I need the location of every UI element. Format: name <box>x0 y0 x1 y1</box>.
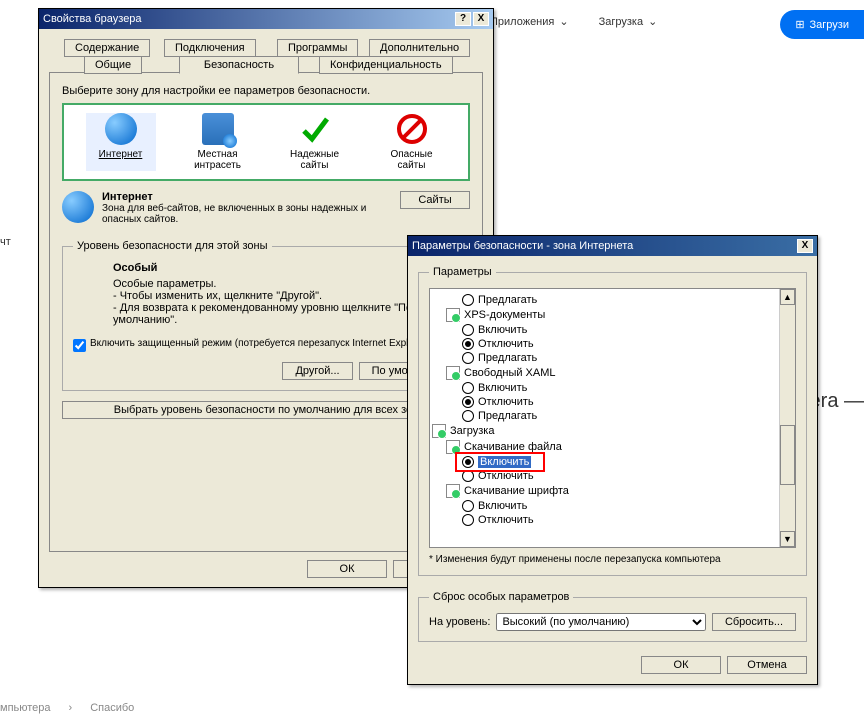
ok-button[interactable]: ОК <box>641 656 721 674</box>
reset-fieldset: Сброс особых параметров На уровень: Высо… <box>418 591 807 642</box>
tab-general[interactable]: Общие <box>84 56 142 74</box>
zone-desc: Зона для веб-сайтов, не включенных в зон… <box>102 203 392 225</box>
download-button[interactable]: ⊞ Загрузи <box>780 10 864 39</box>
fieldset-legend: Сброс особых параметров <box>429 591 573 603</box>
close-button[interactable]: X <box>797 239 813 253</box>
page-icon <box>446 366 460 380</box>
breadcrumb: мпьютера›Спасибо <box>0 702 134 714</box>
tab-security[interactable]: Безопасность <box>179 56 299 74</box>
tab-connections[interactable]: Подключения <box>164 39 256 57</box>
params-fieldset: Параметры Предлагать XPS-документы Включ… <box>418 266 807 576</box>
scroll-down-button[interactable]: ▼ <box>780 531 795 547</box>
zone-intranet[interactable]: Местная интрасеть <box>183 113 253 171</box>
zone-internet[interactable]: Интернет <box>86 113 156 171</box>
fieldset-legend: Параметры <box>429 266 496 278</box>
globe-icon <box>105 113 137 145</box>
globe-icon <box>62 191 94 223</box>
security-settings-dialog: Параметры безопасности - зона Интернета … <box>407 235 818 685</box>
settings-tree[interactable]: Предлагать XPS-документы Включить Отключ… <box>429 288 796 548</box>
tab-advanced[interactable]: Дополнительно <box>369 39 470 57</box>
windows-icon: ⊞ <box>795 18 804 31</box>
zone-restricted[interactable]: Опасные сайты <box>377 113 447 171</box>
page-icon <box>446 484 460 498</box>
tab-programs[interactable]: Программы <box>277 39 358 57</box>
level-name: Особый <box>113 262 157 274</box>
titlebar[interactable]: Свойства браузера ? X <box>39 9 493 29</box>
chevron-right-icon: › <box>69 702 73 714</box>
zone-select-label: Выберите зону для настройки ее параметро… <box>62 85 470 97</box>
chevron-down-icon: ⌄ <box>648 15 657 28</box>
close-button[interactable]: X <box>473 12 489 26</box>
dialog-title: Параметры безопасности - зона Интернета <box>412 240 633 252</box>
download-icon <box>432 424 446 438</box>
zone-trusted[interactable]: Надежные сайты <box>280 113 350 171</box>
zone-selector: Интернет Местная интрасеть Надежные сайт… <box>62 103 470 181</box>
chevron-down-icon: ⌄ <box>559 15 568 28</box>
tab-content[interactable]: Содержание <box>64 39 150 57</box>
protected-mode-checkbox[interactable]: Включить защищенный режим (потребуется п… <box>73 338 459 352</box>
sites-button[interactable]: Сайты <box>400 191 470 209</box>
level-select[interactable]: Высокий (по умолчанию) <box>496 613 706 631</box>
scrollbar[interactable]: ▲ ▼ <box>779 289 795 547</box>
nav-download[interactable]: Загрузка ⌄ <box>599 15 658 28</box>
restart-note: * Изменения будут применены после переза… <box>429 554 796 565</box>
scroll-thumb[interactable] <box>780 425 795 485</box>
custom-level-button[interactable]: Другой... <box>282 362 352 380</box>
fieldset-legend: Уровень безопасности для этой зоны <box>73 240 272 252</box>
highlight-box <box>455 452 545 472</box>
reset-button[interactable]: Сбросить... <box>712 613 796 631</box>
bg-nav: Приложения ⌄ Загрузка ⌄ <box>490 15 657 28</box>
nav-apps[interactable]: Приложения ⌄ <box>490 15 569 28</box>
zone-name: Интернет <box>102 191 153 203</box>
scroll-up-button[interactable]: ▲ <box>780 289 795 305</box>
prohibited-icon <box>396 113 428 145</box>
ok-button[interactable]: ОК <box>307 560 387 578</box>
tab-privacy[interactable]: Конфиденциальность <box>319 56 453 74</box>
titlebar[interactable]: Параметры безопасности - зона Интернета … <box>408 236 817 256</box>
tabs: Содержание Подключения Программы Дополни… <box>49 39 483 73</box>
checkmark-icon <box>299 113 331 145</box>
level-label: На уровень: <box>429 616 490 628</box>
dialog-title: Свойства браузера <box>43 13 142 25</box>
page-icon <box>446 308 460 322</box>
help-button[interactable]: ? <box>455 12 471 26</box>
cancel-button[interactable]: Отмена <box>727 656 807 674</box>
intranet-icon <box>202 113 234 145</box>
